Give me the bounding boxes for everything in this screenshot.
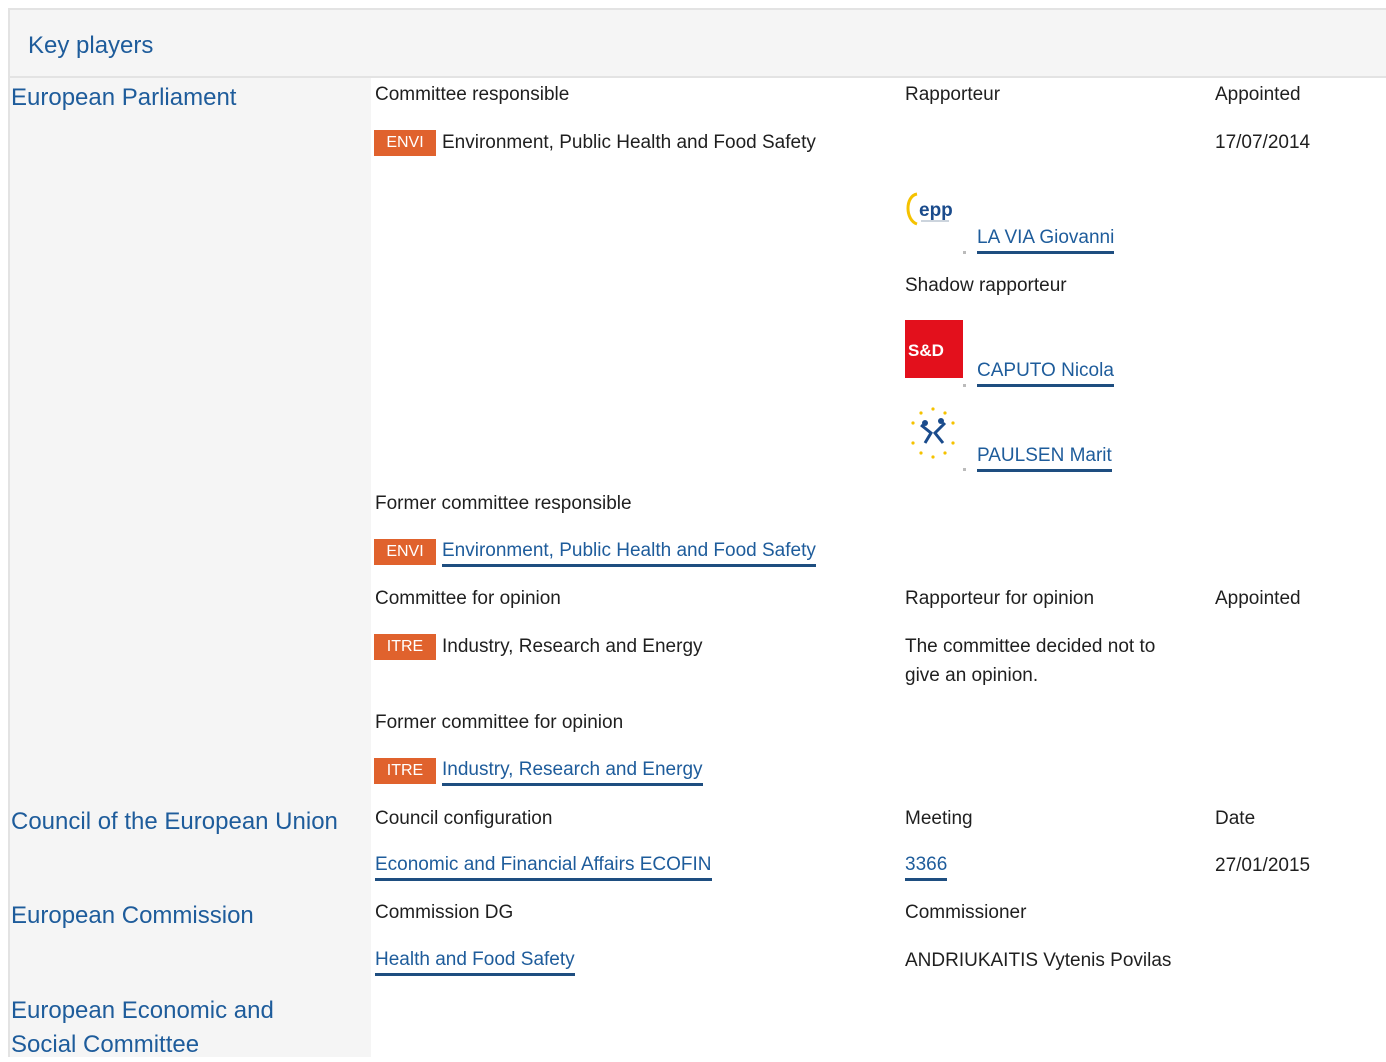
sidebar-item-commission[interactable]: European Commission [11, 899, 254, 933]
logo-dot [963, 468, 966, 471]
council-configuration-header: Council configuration [375, 808, 553, 829]
council-configuration-link[interactable]: Economic and Financial Affairs ECOFIN [375, 853, 712, 881]
opinion-note-line2: give an opinion. [905, 665, 1039, 686]
commission-dg-link[interactable]: Health and Food Safety [375, 948, 575, 976]
opinion-committee-name: Industry, Research and Energy [442, 636, 703, 657]
sidebar-item-eesc-line1[interactable]: European Economic and [11, 994, 274, 1028]
svg-text:S&D: S&D [908, 341, 944, 360]
council-meeting-header: Meeting [905, 808, 973, 829]
shadow-rapporteur-label: Shadow rapporteur [905, 275, 1067, 296]
key-players-header: Key players [8, 8, 1386, 78]
group-stars-logo-icon [903, 403, 963, 463]
appointed-date: 17/07/2014 [1215, 132, 1311, 153]
shadow-rapporteur-link-caputo[interactable]: CAPUTO Nicola [977, 359, 1114, 387]
epp-logo-icon: epp [903, 186, 965, 236]
rapporteur-header: Rapporteur [905, 84, 1001, 105]
committee-responsible-header: Committee responsible [375, 84, 570, 105]
committee-name: Environment, Public Health and Food Safe… [442, 132, 816, 153]
commission-dg-header: Commission DG [375, 902, 514, 923]
svg-text:epp: epp [919, 200, 953, 221]
rapporteur-opinion-header: Rapporteur for opinion [905, 588, 1095, 609]
committee-badge-envi: ENVI [374, 130, 436, 156]
council-date: 27/01/2015 [1215, 855, 1311, 876]
logo-dot [963, 384, 966, 387]
former-opinion-badge-itre: ITRE [374, 758, 436, 784]
council-date-header: Date [1215, 808, 1256, 829]
sidebar-item-parliament[interactable]: European Parliament [11, 81, 236, 115]
council-meeting-link[interactable]: 3366 [905, 853, 948, 881]
key-players-title: Key players [28, 32, 154, 59]
committee-opinion-header: Committee for opinion [375, 588, 561, 609]
rapporteur-link[interactable]: LA VIA Giovanni [977, 226, 1115, 254]
former-committee-badge-envi: ENVI [374, 539, 436, 565]
opinion-note-line1: The committee decided not to [905, 636, 1156, 657]
former-committee-link[interactable]: Environment, Public Health and Food Safe… [442, 539, 816, 567]
former-committee-label: Former committee responsible [375, 493, 632, 514]
sidebar-item-council[interactable]: Council of the European Union [11, 805, 338, 839]
appointed-header: Appointed [1215, 84, 1301, 105]
former-opinion-label: Former committee for opinion [375, 712, 624, 733]
former-opinion-link[interactable]: Industry, Research and Energy [442, 758, 703, 786]
appointed-opinion-header: Appointed [1215, 588, 1301, 609]
opinion-badge-itre: ITRE [374, 634, 436, 660]
commissioner-header: Commissioner [905, 902, 1027, 923]
commissioner-name: ANDRIUKAITIS Vytenis Povilas [905, 950, 1172, 971]
logo-dot [963, 251, 966, 254]
shadow-rapporteur-link-paulsen[interactable]: PAULSEN Marit [977, 444, 1112, 472]
sd-logo-icon: S&D [905, 320, 963, 378]
